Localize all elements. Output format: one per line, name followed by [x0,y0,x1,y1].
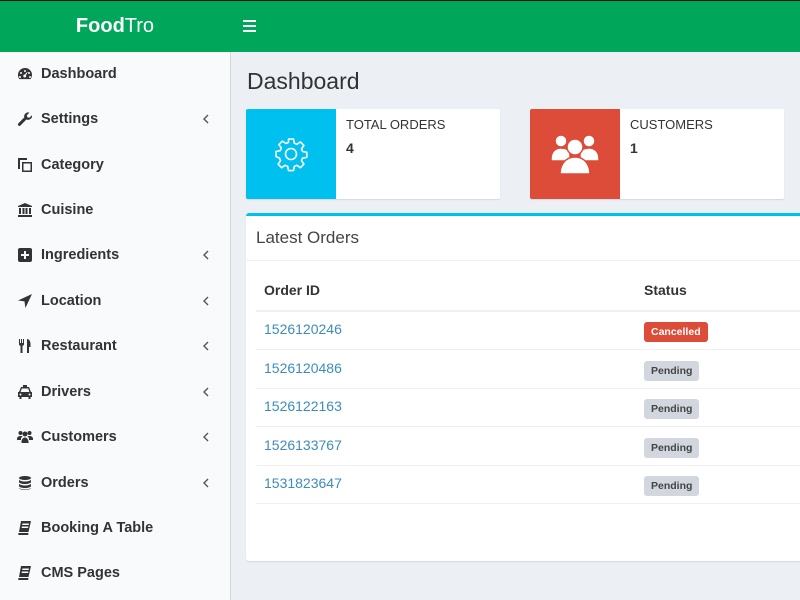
order-id-link[interactable]: 1526122163 [264,398,342,414]
sidebar-item-orders[interactable]: Orders [0,461,230,505]
sidebar-item-category[interactable]: Category [0,143,230,187]
taxi-icon [17,384,33,400]
status-badge: Cancelled [644,322,708,342]
info-box-label: TOTAL ORDERS [346,117,446,132]
sidebar-item-label: Restaurant [41,338,117,354]
status-badge: Pending [644,438,700,458]
sidebar-item-label: Settings [41,111,99,127]
logo-bold: Food [75,15,125,37]
location-arrow-icon [17,293,33,309]
sidebar-item-ingredients[interactable]: Ingredients [0,233,230,277]
chevron-left-icon [202,476,210,490]
sidebar-item-label: Cuisine [41,202,94,218]
chevron-left-icon [202,430,210,444]
sidebar-item-label: Location [41,293,102,309]
sidebar: Dashboard Settings Category Cuisine Ingr… [0,52,231,600]
info-box-value: 1 [630,140,638,156]
users-icon [530,109,620,199]
sidebar-item-label: Orders [41,475,89,491]
app-logo[interactable]: Food Tro [0,1,230,52]
chevron-left-icon [202,248,210,262]
sidebar-item-booking-a-table[interactable]: Booking A Table [0,506,230,550]
book-icon [17,520,33,536]
sidebar-item-label: CMS Pages [41,565,120,581]
logo-light: Tro [124,15,155,37]
sidebar-item-label: Ingredients [41,247,120,263]
sidebar-item-customers[interactable]: Customers [0,415,230,459]
order-id-link[interactable]: 1531823647 [264,475,342,491]
order-id-link[interactable]: 1526120486 [264,360,342,376]
dashboard-icon [17,66,33,82]
sidebar-item-label: Dashboard [41,66,117,82]
sidebar-item-restaurant[interactable]: Restaurant [0,324,230,368]
page-title: Dashboard [247,68,360,94]
top-navbar: Food Tro [0,0,800,52]
copy-icon [17,157,33,173]
sidebar-item-location[interactable]: Location [0,279,230,323]
sidebar-item-cms-pages[interactable]: CMS Pages [0,551,230,595]
cutlery-icon [17,338,33,354]
database-icon [17,475,33,491]
info-box-total-orders: TOTAL ORDERS 4 [246,109,500,199]
status-badge: Pending [644,476,700,496]
latest-orders-box: Latest Orders Order ID Status 1526120246… [246,213,800,561]
bank-icon [17,202,33,218]
table-row: 1526133767 Pending [256,428,800,466]
sidebar-item-cuisine[interactable]: Cuisine [0,188,230,232]
table-row: 1526122163 Pending [256,389,800,427]
column-header-order-id: Order ID [264,282,321,298]
chevron-left-icon [202,385,210,399]
gear-icon [246,109,336,199]
order-id-link[interactable]: 1526133767 [264,437,342,453]
order-id-link[interactable]: 1526120246 [264,321,342,337]
users-icon [17,429,33,445]
info-box-customers: CUSTOMERS 1 [530,109,784,199]
wrench-icon [17,111,33,127]
plus-square-icon [17,247,33,263]
sidebar-item-label: Drivers [41,384,91,400]
status-badge: Pending [644,361,700,381]
info-box-label: CUSTOMERS [630,117,713,132]
hamburger-icon[interactable] [243,15,261,37]
chevron-left-icon [202,112,210,126]
sidebar-item-drivers[interactable]: Drivers [0,370,230,414]
book-icon [17,565,33,581]
chevron-left-icon [202,339,210,353]
sidebar-item-settings[interactable]: Settings [0,97,230,141]
table-row: 1526120486 Pending [256,351,800,389]
sidebar-item-label: Customers [41,429,117,445]
chevron-left-icon [202,294,210,308]
latest-orders-title: Latest Orders [246,216,800,261]
table-row: 1531823647 Pending [256,466,800,504]
info-box-value: 4 [346,140,354,156]
sidebar-item-label: Category [41,157,104,173]
sidebar-item-dashboard[interactable]: Dashboard [0,52,230,96]
column-header-status: Status [644,282,687,298]
sidebar-item-label: Booking A Table [41,520,154,536]
status-badge: Pending [644,399,700,419]
table-row: 1526120246 Cancelled [256,312,800,350]
